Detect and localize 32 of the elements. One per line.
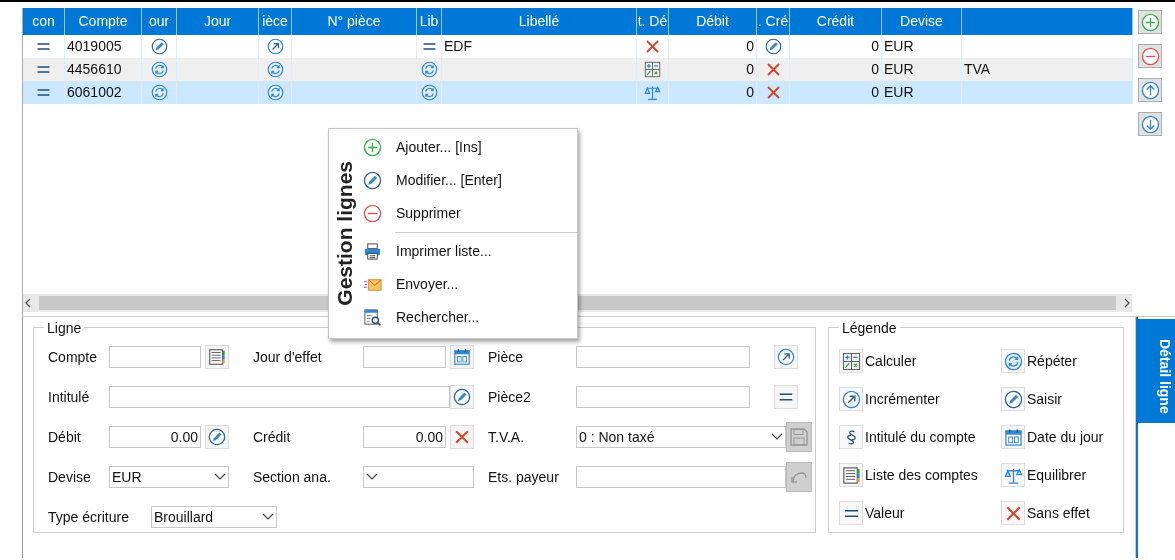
legend-label: Date du jour — [1027, 427, 1104, 447]
table-cell: TVA — [962, 58, 1133, 81]
legend-label: Répéter — [1027, 351, 1077, 371]
table-cell: 4456610 — [65, 58, 142, 81]
legend-label: Equilibrer — [1027, 465, 1087, 485]
legend-label: Intitulé du compte — [865, 427, 976, 447]
table-cell: 0 — [790, 81, 882, 104]
field-label: Crédit — [253, 427, 292, 447]
legend-label: Saisir — [1027, 389, 1062, 409]
field-label: Intitulé — [48, 387, 91, 407]
table-cell: EUR — [882, 58, 962, 81]
field-label: T.V.A. — [488, 427, 526, 447]
field-label: Débit — [48, 427, 82, 447]
legend-label: Valeur — [865, 503, 905, 523]
legend-label: Sans effet — [1027, 503, 1090, 523]
field-label: Pièce — [488, 347, 525, 367]
legend-label: Liste des comptes — [865, 465, 978, 485]
table-cell: EUR — [882, 81, 962, 104]
field-label: Type écriture — [48, 507, 130, 527]
menu-title: Gestion lignes — [332, 161, 358, 306]
table-cell: 0 — [669, 81, 757, 104]
field-label: Section ana. — [253, 467, 332, 487]
table-cell: 0 — [790, 58, 882, 81]
table-cell: 6061002 — [65, 81, 142, 104]
table-cell: 0 — [669, 58, 757, 81]
field-label: Compte — [48, 347, 99, 367]
field-label: Devise — [48, 467, 92, 487]
legend-label: Calculer — [865, 351, 917, 371]
field-label: Pièce2 — [488, 387, 532, 407]
field-label: Ets. payeur — [488, 467, 560, 487]
legend-label: Incrémenter — [865, 389, 940, 409]
field-label: Jour d'effet — [253, 347, 323, 367]
